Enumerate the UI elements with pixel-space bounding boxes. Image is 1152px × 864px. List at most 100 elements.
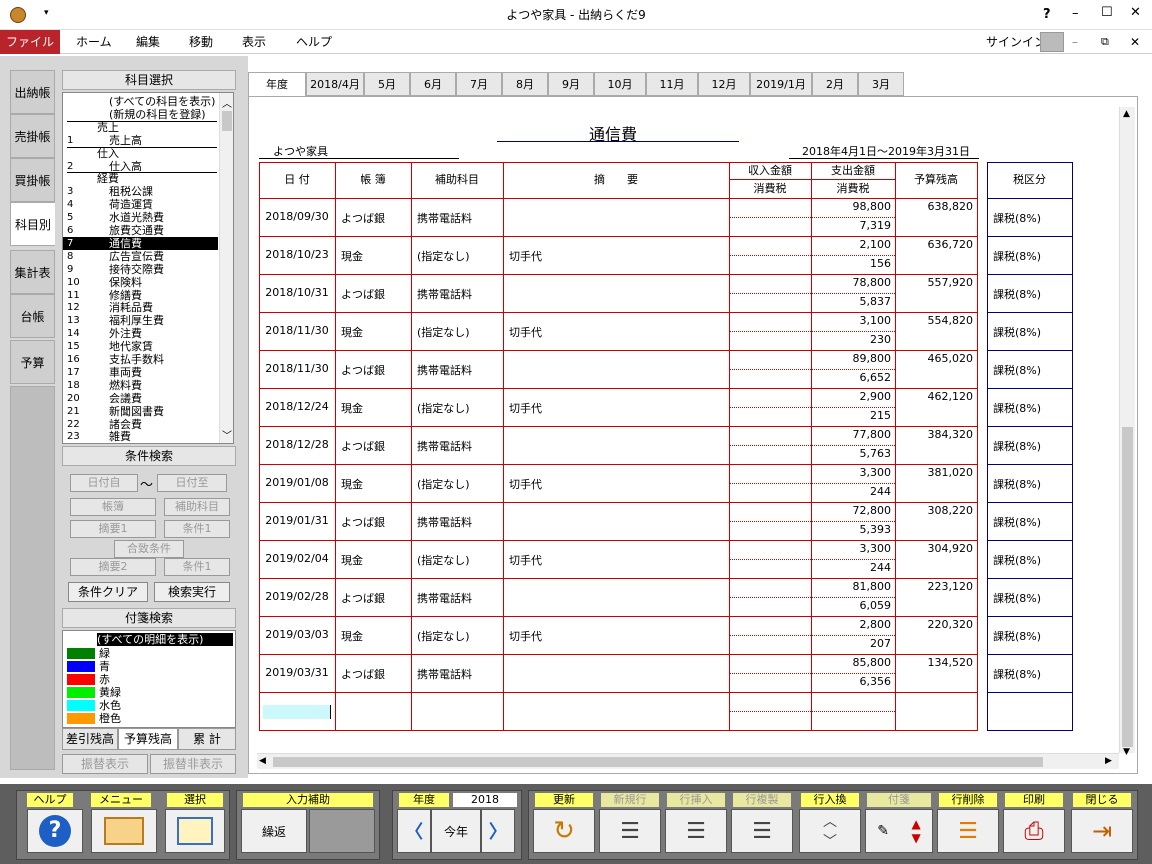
book-select[interactable]: 帳簿 — [70, 498, 156, 516]
month-tab[interactable]: 10月 — [594, 72, 646, 96]
subject-item[interactable]: 経費 — [63, 172, 218, 185]
scroll-thumb[interactable] — [222, 111, 232, 131]
month-tab[interactable]: 2019/1月 — [750, 72, 812, 96]
scroll-left-icon[interactable]: ◀ — [259, 756, 266, 766]
match-select[interactable]: 合致条件 — [114, 540, 184, 558]
vertical-scrollbar[interactable]: ▲ ▼ — [1119, 107, 1135, 757]
subject-item[interactable]: 8 広告宣伝費 — [63, 250, 218, 263]
bottom-tab-budget[interactable]: 予算残高 — [118, 728, 178, 750]
ribbon-minimize-button[interactable]: – — [1072, 30, 1078, 54]
month-tab[interactable]: 7月 — [456, 72, 502, 96]
subject-item[interactable]: 14 外注費 — [63, 327, 218, 340]
this-year-button[interactable]: 今年 — [431, 809, 481, 853]
avatar[interactable] — [1040, 32, 1064, 52]
tab-ledger[interactable]: 台帳 — [10, 294, 55, 338]
menu-view[interactable]: 表示 — [242, 30, 266, 54]
subject-item[interactable]: 3 租税公課 — [63, 185, 218, 198]
menu-home[interactable]: ホーム — [76, 30, 112, 54]
close-button[interactable]: ✕ — [1130, 5, 1141, 20]
run-search-button[interactable]: 検索実行 — [154, 582, 230, 602]
new-row-button[interactable]: ☰ — [599, 809, 661, 853]
horizontal-scrollbar[interactable]: ◀ ▶ — [257, 753, 1119, 769]
tab-by-subject[interactable]: 科目別 — [10, 202, 55, 246]
transfer-show-button[interactable]: 振替表示 — [62, 754, 148, 774]
scroll-down-icon[interactable]: ▼ — [1123, 747, 1130, 757]
subject-item[interactable]: 21 新聞図書費 — [63, 405, 218, 418]
month-tab[interactable]: 6月 — [410, 72, 456, 96]
tag-item[interactable]: 青 — [67, 660, 227, 673]
delete-row-button[interactable]: ☰ — [937, 809, 999, 853]
subject-item[interactable]: 20 会議費 — [63, 392, 218, 405]
memo1-input[interactable]: 摘要1 — [70, 520, 156, 538]
subject-item[interactable]: 11 修繕費 — [63, 289, 218, 302]
month-tab[interactable]: 2月 — [812, 72, 858, 96]
menu-file[interactable]: ファイル — [0, 30, 60, 54]
scroll-up-icon[interactable]: ︿ — [222, 95, 232, 110]
subject-item[interactable]: 23 雑費 — [63, 430, 218, 443]
year-value[interactable]: 2018 — [453, 793, 517, 807]
tag-item[interactable]: 黄緑 — [67, 686, 227, 699]
subject-item[interactable]: 16 支払手数料 — [63, 353, 218, 366]
subject-item[interactable]: 5 水道光熱費 — [63, 211, 218, 224]
subject-item[interactable]: 12 消耗品費 — [63, 301, 218, 314]
ribbon-restore-button[interactable]: ⧉ — [1101, 30, 1109, 54]
month-tab[interactable]: 年度 — [248, 72, 306, 96]
subject-item[interactable]: 売上 — [63, 120, 218, 134]
scroll-thumb[interactable] — [1122, 427, 1133, 747]
new-entry-date-input[interactable] — [263, 705, 331, 719]
menu-button[interactable] — [91, 809, 157, 853]
month-tab[interactable]: 9月 — [548, 72, 594, 96]
bottom-tab-cumulative[interactable]: 累 計 — [178, 728, 236, 750]
tab-summary[interactable]: 集計表 — [10, 250, 55, 294]
help-icon[interactable]: ? — [1043, 7, 1051, 22]
subject-item[interactable]: (新規の科目を登録) — [63, 108, 218, 121]
tab-budget[interactable]: 予算 — [10, 340, 55, 384]
copy-row-button[interactable]: ☰ — [731, 809, 793, 853]
subject-item[interactable]: 6 旅費交通費 — [63, 224, 218, 237]
minimize-button[interactable]: – — [1072, 6, 1079, 21]
repeat-button[interactable]: 繰返 — [241, 809, 307, 853]
help-button[interactable]: ? — [27, 809, 83, 853]
subject-item[interactable]: 17 車両費 — [63, 366, 218, 379]
subject-item[interactable]: 仕入 — [63, 146, 218, 160]
subject-item[interactable]: 1 売上高 — [63, 134, 218, 147]
tag-item[interactable]: 緑 — [67, 647, 227, 660]
subject-item[interactable]: 2 仕入高 — [63, 160, 218, 173]
menu-edit[interactable]: 編集 — [136, 30, 160, 54]
memo2-input[interactable]: 摘要2 — [70, 558, 156, 576]
maximize-button[interactable]: ☐ — [1101, 5, 1113, 20]
scroll-down-icon[interactable]: ﹀ — [222, 427, 232, 442]
subject-item[interactable]: 7 通信費 — [63, 236, 218, 250]
subject-item[interactable]: 22 諸会費 — [63, 418, 218, 431]
tab-receivables[interactable]: 売掛帳 — [10, 114, 55, 158]
subject-item[interactable]: 18 燃料費 — [63, 379, 218, 392]
sub-account-select[interactable]: 補助科目 — [164, 498, 230, 516]
tag-item[interactable]: 橙色 — [67, 712, 227, 725]
tab-cashbook[interactable]: 出納帳 — [10, 70, 55, 114]
cond1-select[interactable]: 条件1 — [164, 520, 230, 538]
subject-item[interactable]: 13 福利厚生費 — [63, 314, 218, 327]
month-tab[interactable]: 8月 — [502, 72, 548, 96]
scroll-thumb-h[interactable] — [273, 757, 1043, 767]
menu-help[interactable]: ヘルプ — [296, 30, 332, 54]
update-button[interactable]: ↻ — [533, 809, 595, 853]
transfer-hide-button[interactable]: 振替非表示 — [150, 754, 236, 774]
menu-move[interactable]: 移動 — [189, 30, 213, 54]
month-tab[interactable]: 12月 — [698, 72, 750, 96]
subject-item[interactable]: 9 接待交際費 — [63, 263, 218, 276]
close-app-button[interactable]: ⇥ — [1071, 809, 1133, 853]
clear-conditions-button[interactable]: 条件クリア — [68, 582, 148, 602]
tab-payables[interactable]: 買掛帳 — [10, 158, 55, 202]
subject-list[interactable]: (すべての科目を表示) (新規の科目を登録) 売上 1 売上高 仕入 2 仕入高 経費 3 租税公課… — [62, 92, 234, 444]
month-tab[interactable]: 2018/4月 — [306, 72, 364, 96]
signin-link[interactable]: サインイン — [986, 30, 1046, 54]
print-button[interactable]: ⎙ — [1003, 809, 1065, 853]
date-from-input[interactable]: 日付自 — [70, 474, 138, 492]
ribbon-close-button[interactable]: ✕ — [1130, 30, 1140, 54]
tag-item[interactable]: 水色 — [67, 699, 227, 712]
bottom-tab-diff[interactable]: 差引残高 — [62, 728, 118, 750]
tag-item[interactable]: 赤 — [67, 673, 227, 686]
cond2-select[interactable]: 条件1 — [164, 558, 230, 576]
tag-all-item[interactable]: (すべての明細を表示) — [97, 633, 233, 646]
month-tab[interactable]: 11月 — [646, 72, 698, 96]
